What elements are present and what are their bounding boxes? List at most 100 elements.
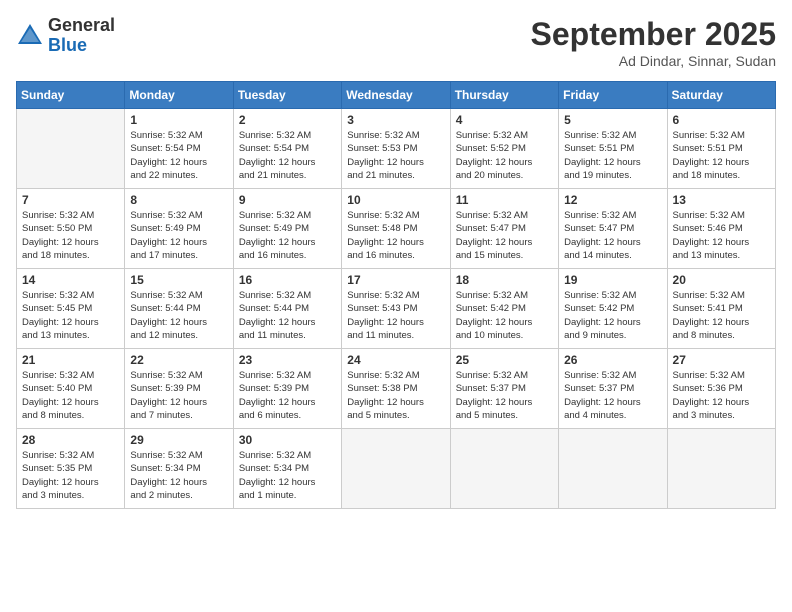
calendar-cell: 16 Sunrise: 5:32 AM Sunset: 5:44 PM Dayli… [233,269,341,349]
day-info: Sunrise: 5:32 AM Sunset: 5:45 PM Dayligh… [22,289,119,342]
calendar-cell: 26 Sunrise: 5:32 AM Sunset: 5:37 PM Dayli… [559,349,667,429]
day-info: Sunrise: 5:32 AM Sunset: 5:34 PM Dayligh… [130,449,227,502]
calendar-cell: 1Sunrise: 5:32 AM Sunset: 5:54 PM Daylig… [125,109,233,189]
day-info: Sunrise: 5:32 AM Sunset: 5:39 PM Dayligh… [239,369,336,422]
calendar-cell: 15 Sunrise: 5:32 AM Sunset: 5:44 PM Dayli… [125,269,233,349]
calendar-week-row: 1 Sunrise: 5:32 AM Sunset: 5:54 PM Daylig… [17,109,776,189]
calendar-cell: 21 Sunrise: 5:32 AM Sunset: 5:40 PM Dayli… [17,349,125,429]
logo-icon [16,22,44,50]
day-number: 12 [564,193,661,207]
day-info: Sunrise: 5:32 AM Sunset: 5:44 PM Dayligh… [239,289,336,342]
day-number: 11 [456,193,553,207]
calendar-cell: 28 Sunrise: 5:32 AM Sunset: 5:35 PM Dayli… [17,429,125,509]
calendar-body: 1 Sunrise: 5:32 AM Sunset: 5:54 PM Daylig… [17,109,776,509]
day-number: 27 [673,353,770,367]
day-number: 16 [239,273,336,287]
day-info: Sunrise: 5:32 AM Sunset: 5:46 PM Dayligh… [673,209,770,262]
calendar-day-header: Saturday [667,82,775,109]
title-block: September 2025 Ad Dindar, Sinnar, Sudan [531,16,776,69]
day-info: Sunrise: 5:32 AM Sunset: 5:40 PM Dayligh… [22,369,119,422]
calendar-cell: 9 Sunrise: 5:32 AM Sunset: 5:49 PM Daylig… [233,189,341,269]
day-info: Sunrise: 5:32 AM Sunset: 5:34 PM Dayligh… [239,449,336,502]
day-number: 22 [130,353,227,367]
day-number: 13 [673,193,770,207]
day-number: 2 [239,113,336,127]
calendar-cell [17,109,125,189]
calendar-cell [450,429,558,509]
calendar-cell [559,429,667,509]
day-number: 15 [130,273,227,287]
day-info: Sunrise: 5:32 AM Sunset: 5:51 PM Dayligh… [564,129,661,182]
month-title: September 2025 [531,16,776,53]
day-number: 26 [564,353,661,367]
calendar-week-row: 7 Sunrise: 5:32 AM Sunset: 5:50 PM Daylig… [17,189,776,269]
calendar-cell: 4 Sunrise: 5:32 AM Sunset: 5:52 PM Daylig… [450,109,558,189]
calendar-table: SundayMondayTuesdayWednesdayThursdayFrid… [16,81,776,509]
page-header: General Blue September 2025 Ad Dindar, S… [16,16,776,69]
day-info: Sunrise: 5:32 AM Sunset: 5:49 PM Dayligh… [239,209,336,262]
calendar-day-header: Thursday [450,82,558,109]
calendar-cell: 13 Sunrise: 5:32 AM Sunset: 5:46 PM Dayli… [667,189,775,269]
day-number: 19 [564,273,661,287]
day-info: Sunrise: 5:32 AM Sunset: 5:48 PM Dayligh… [347,209,444,262]
day-info: Sunrise: 5:32 AM Sunset: 5:42 PM Dayligh… [564,289,661,342]
logo: General Blue [16,16,115,56]
day-info: Sunrise: 5:32 AM Sunset: 5:50 PM Dayligh… [22,209,119,262]
day-number: 3 [347,113,444,127]
day-number: 9 [239,193,336,207]
day-info: Sunrise: 5:32 AM Sunset: 5:42 PM Dayligh… [456,289,553,342]
calendar-cell: 14 Sunrise: 5:32 AM Sunset: 5:45 PM Dayli… [17,269,125,349]
logo-text: General Blue [48,16,115,56]
calendar-day-header: Friday [559,82,667,109]
day-number: 8 [130,193,227,207]
day-number: 28 [22,433,119,447]
calendar-cell: 7 Sunrise: 5:32 AM Sunset: 5:50 PM Daylig… [17,189,125,269]
day-number: 4 [456,113,553,127]
day-number: 1 [130,113,227,127]
calendar-cell: 22 Sunrise: 5:32 AM Sunset: 5:39 PM Dayli… [125,349,233,429]
calendar-cell: 23 Sunrise: 5:32 AM Sunset: 5:39 PM Dayli… [233,349,341,429]
day-number: 17 [347,273,444,287]
day-info: Sunrise: 5:32 AM Sunset: 5:37 PM Dayligh… [564,369,661,422]
day-number: 6 [673,113,770,127]
calendar-cell: 17Sunrise: 5:32 AM Sunset: 5:43 PM Dayli… [342,269,450,349]
day-info: Sunrise: 5:32 AM Sunset: 5:54 PM Dayligh… [239,129,336,182]
location: Ad Dindar, Sinnar, Sudan [531,53,776,69]
calendar-week-row: 21 Sunrise: 5:32 AM Sunset: 5:40 PM Dayli… [17,349,776,429]
day-number: 21 [22,353,119,367]
calendar-cell: 25Sunrise: 5:32 AM Sunset: 5:37 PM Dayli… [450,349,558,429]
day-info: Sunrise: 5:32 AM Sunset: 5:53 PM Dayligh… [347,129,444,182]
day-number: 14 [22,273,119,287]
day-info: Sunrise: 5:32 AM Sunset: 5:38 PM Dayligh… [347,369,444,422]
day-info: Sunrise: 5:32 AM Sunset: 5:44 PM Dayligh… [130,289,227,342]
day-info: Sunrise: 5:32 AM Sunset: 5:52 PM Dayligh… [456,129,553,182]
calendar-cell: 18 Sunrise: 5:32 AM Sunset: 5:42 PM Dayli… [450,269,558,349]
day-info: Sunrise: 5:32 AM Sunset: 5:35 PM Dayligh… [22,449,119,502]
calendar-cell: 11 Sunrise: 5:32 AM Sunset: 5:47 PM Dayli… [450,189,558,269]
calendar-cell: 24Sunrise: 5:32 AM Sunset: 5:38 PM Dayli… [342,349,450,429]
day-number: 7 [22,193,119,207]
day-number: 18 [456,273,553,287]
calendar-header-row: SundayMondayTuesdayWednesdayThursdayFrid… [17,82,776,109]
calendar-day-header: Sunday [17,82,125,109]
calendar-cell: 3 Sunrise: 5:32 AM Sunset: 5:53 PM Daylig… [342,109,450,189]
calendar-cell: 10 Sunrise: 5:32 AM Sunset: 5:48 PM Dayli… [342,189,450,269]
day-info: Sunrise: 5:32 AM Sunset: 5:47 PM Dayligh… [456,209,553,262]
day-number: 30 [239,433,336,447]
calendar-week-row: 14 Sunrise: 5:32 AM Sunset: 5:45 PM Dayli… [17,269,776,349]
day-info: Sunrise: 5:32 AM Sunset: 5:49 PM Dayligh… [130,209,227,262]
day-number: 23 [239,353,336,367]
day-number: 29 [130,433,227,447]
calendar-cell [342,429,450,509]
day-number: 25 [456,353,553,367]
day-number: 20 [673,273,770,287]
calendar-day-header: Wednesday [342,82,450,109]
day-number: 10 [347,193,444,207]
calendar-cell: 5Sunrise: 5:32 AM Sunset: 5:51 PM Daylig… [559,109,667,189]
calendar-cell: 20Sunrise: 5:32 AM Sunset: 5:41 PM Dayli… [667,269,775,349]
day-info: Sunrise: 5:32 AM Sunset: 5:39 PM Dayligh… [130,369,227,422]
calendar-cell: 29 Sunrise: 5:32 AM Sunset: 5:34 PM Dayli… [125,429,233,509]
calendar-cell: 12Sunrise: 5:32 AM Sunset: 5:47 PM Dayli… [559,189,667,269]
day-info: Sunrise: 5:32 AM Sunset: 5:36 PM Dayligh… [673,369,770,422]
calendar-week-row: 28 Sunrise: 5:32 AM Sunset: 5:35 PM Dayli… [17,429,776,509]
